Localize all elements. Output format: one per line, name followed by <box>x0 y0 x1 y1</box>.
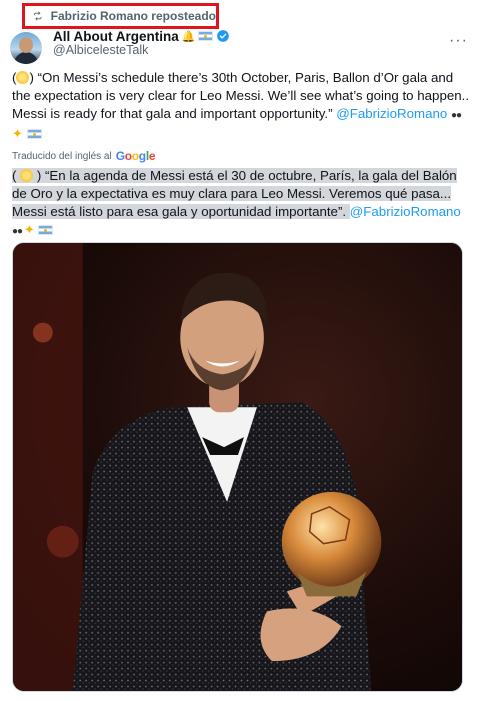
eyes-emoji-icon: ●● <box>450 110 462 121</box>
repost-header[interactable]: Fabrizio Romano reposteado <box>22 3 219 29</box>
tweet-text: () “On Messi’s schedule there’s 30th Oct… <box>12 69 472 143</box>
argentina-flag-icon <box>38 225 54 236</box>
mention-link[interactable]: @FabrizioRomano <box>336 106 447 121</box>
translation-attribution: Traducido del inglés al Google <box>12 149 156 163</box>
mention-link[interactable]: @FabrizioRomano <box>350 204 461 219</box>
sun-emoji-icon <box>16 71 30 84</box>
open-paren: ( <box>12 168 17 183</box>
close-paren: ) <box>29 70 34 85</box>
messi-ballon-dor-photo <box>13 243 462 691</box>
tweet-photo[interactable] <box>12 242 463 692</box>
google-logo: Google <box>115 149 156 163</box>
sparkles-emoji-icon: ✦ <box>12 126 23 141</box>
eyes-emoji-icon: ●● <box>12 226 24 237</box>
sparkles-emoji-icon: ✦ <box>23 222 35 237</box>
author-handle[interactable]: @AlbicelesteTalk <box>53 43 148 57</box>
argentina-flag-icon <box>26 129 42 140</box>
argentina-flag-icon <box>198 31 214 41</box>
translated-text: ( ) “En la agenda de Messi está el 30 de… <box>12 167 472 241</box>
translation-label: Traducido del inglés al <box>12 150 112 162</box>
author-display-name[interactable]: All About Argentina <box>53 29 179 44</box>
repost-icon <box>34 11 42 21</box>
more-options-icon[interactable]: ··· <box>449 32 468 50</box>
repost-label: Fabrizio Romano reposteado <box>50 9 216 23</box>
bell-icon: 🔔 <box>181 30 196 43</box>
verified-badge-icon <box>217 30 230 42</box>
close-paren: ) <box>36 168 42 183</box>
sun-emoji-icon <box>20 169 34 182</box>
avatar[interactable] <box>10 32 42 64</box>
